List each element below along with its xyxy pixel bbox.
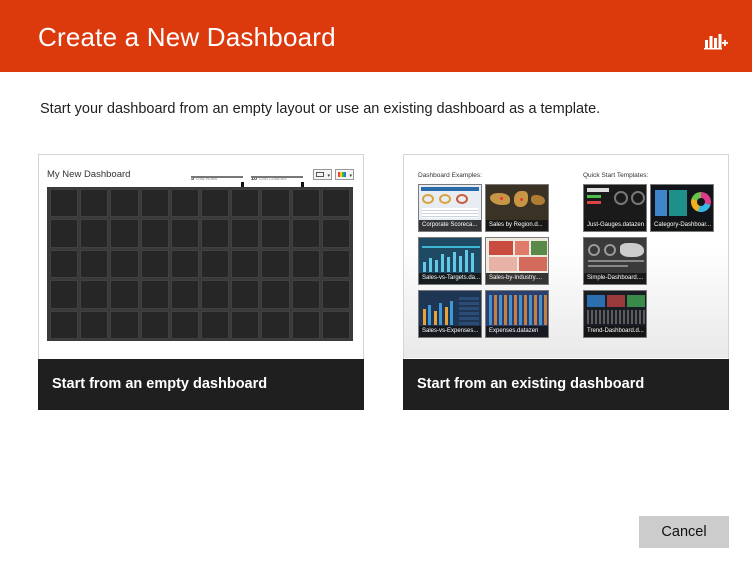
empty-grid bbox=[47, 187, 353, 341]
empty-dashboard-label-bar: Start from an empty dashboard bbox=[38, 359, 364, 410]
existing-dashboard-option[interactable]: Dashboard Examples: Quick Start Template… bbox=[403, 154, 729, 410]
grid-cell bbox=[261, 280, 290, 309]
grid-cell bbox=[261, 219, 290, 248]
layout-dropdown-icon: ▾ bbox=[313, 169, 332, 180]
grid-cell bbox=[50, 310, 79, 339]
grid-cell bbox=[170, 249, 199, 279]
empty-dashboard-preview: My New Dashboard 5 Grid Rows 10 Grid Colum… bbox=[39, 155, 363, 358]
grid-cell bbox=[80, 280, 109, 309]
add-chart-icon[interactable] bbox=[704, 30, 728, 50]
example-thumbnail: Corporate Scoreca... bbox=[418, 184, 482, 232]
grid-cell bbox=[321, 249, 350, 279]
example-thumbnail: Sales-by-Industry.... bbox=[485, 237, 549, 285]
grid-cell bbox=[170, 280, 199, 309]
template-name: Simple-Dashboard.... bbox=[584, 273, 646, 284]
grid-cell bbox=[261, 189, 290, 218]
existing-dashboard-label: Start from an existing dashboard bbox=[417, 376, 645, 392]
grid-cell bbox=[231, 280, 260, 309]
grid-cell bbox=[110, 310, 139, 339]
grid-cell bbox=[201, 280, 230, 309]
dialog-instructions: Start your dashboard from an empty layou… bbox=[40, 101, 601, 117]
grid-cell bbox=[140, 219, 169, 248]
grid-cell bbox=[80, 219, 109, 248]
grid-cell bbox=[140, 310, 169, 339]
grid-cell bbox=[291, 249, 320, 279]
template-thumbnail: Trend-Dashboard.d... bbox=[583, 290, 647, 338]
template-thumbnail: Just-Gauges.datazen bbox=[583, 184, 647, 232]
example-name: Sales-by-Industry.... bbox=[486, 273, 548, 284]
grid-cell bbox=[201, 310, 230, 339]
grid-cell bbox=[291, 219, 320, 248]
preview-dashboard-title: My New Dashboard bbox=[47, 169, 131, 180]
grid-cell bbox=[321, 189, 350, 218]
grid-cell bbox=[261, 310, 290, 339]
grid-cell bbox=[140, 189, 169, 218]
grid-rows-slider: 5 Grid Rows bbox=[191, 167, 244, 190]
grid-cell bbox=[231, 249, 260, 279]
grid-cell bbox=[80, 249, 109, 279]
grid-cell bbox=[80, 189, 109, 218]
grid-cell bbox=[50, 219, 79, 248]
grid-cell bbox=[321, 310, 350, 339]
example-name: Corporate Scoreca... bbox=[419, 220, 481, 231]
grid-cell bbox=[50, 249, 79, 279]
grid-cell bbox=[110, 249, 139, 279]
grid-cell bbox=[110, 189, 139, 218]
grid-cell bbox=[170, 219, 199, 248]
grid-cell bbox=[170, 189, 199, 218]
grid-cell bbox=[231, 189, 260, 218]
grid-cell bbox=[110, 280, 139, 309]
example-name: Sales-vs-Expenses... bbox=[419, 326, 481, 337]
examples-heading: Dashboard Examples: bbox=[418, 172, 482, 179]
template-name: Just-Gauges.datazen bbox=[584, 220, 646, 231]
grid-cell bbox=[321, 280, 350, 309]
grid-cell bbox=[291, 280, 320, 309]
grid-cell bbox=[80, 310, 109, 339]
grid-rows-track bbox=[191, 176, 244, 190]
example-thumbnail: Sales-vs-Expenses... bbox=[418, 290, 482, 338]
grid-cell bbox=[291, 310, 320, 339]
existing-dashboard-preview: Dashboard Examples: Quick Start Template… bbox=[404, 155, 728, 358]
template-name: Category-Dashboar... bbox=[651, 220, 713, 231]
grid-cell bbox=[201, 189, 230, 218]
grid-cell bbox=[50, 189, 79, 218]
empty-dashboard-label: Start from an empty dashboard bbox=[52, 376, 268, 392]
example-thumbnail: Sales by Region.d... bbox=[485, 184, 549, 232]
cancel-button[interactable]: Cancel bbox=[639, 516, 729, 548]
grid-cell bbox=[110, 219, 139, 248]
grid-cell bbox=[201, 249, 230, 279]
grid-cell bbox=[291, 189, 320, 218]
existing-dashboard-label-bar: Start from an existing dashboard bbox=[403, 359, 729, 410]
grid-cell bbox=[140, 249, 169, 279]
example-name: Sales by Region.d... bbox=[486, 220, 548, 231]
example-name: Sales-vs-Targets.da... bbox=[419, 273, 481, 284]
empty-dashboard-option[interactable]: My New Dashboard 5 Grid Rows 10 Grid Colum… bbox=[38, 154, 364, 410]
color-theme-dropdown-icon: ▾ bbox=[335, 169, 354, 180]
grid-cell bbox=[321, 219, 350, 248]
grid-cell bbox=[50, 280, 79, 309]
grid-cell bbox=[201, 219, 230, 248]
grid-columns-track bbox=[251, 176, 304, 190]
templates-heading: Quick Start Templates: bbox=[583, 172, 649, 179]
template-name: Trend-Dashboard.d... bbox=[584, 326, 646, 337]
grid-cell bbox=[140, 280, 169, 309]
dialog-header: Create a New Dashboard bbox=[0, 0, 752, 72]
template-thumbnail: Simple-Dashboard.... bbox=[583, 237, 647, 285]
dialog-title: Create a New Dashboard bbox=[38, 22, 336, 52]
grid-columns-slider: 10 Grid Columns bbox=[251, 167, 304, 190]
grid-cell bbox=[231, 310, 260, 339]
grid-cell bbox=[231, 219, 260, 248]
example-name: Expenses.datazen bbox=[486, 326, 548, 337]
example-thumbnail: Expenses.datazen bbox=[485, 290, 549, 338]
grid-cell bbox=[261, 249, 290, 279]
grid-cell bbox=[170, 310, 199, 339]
example-thumbnail: Sales-vs-Targets.da... bbox=[418, 237, 482, 285]
template-thumbnail: Category-Dashboar... bbox=[650, 184, 714, 232]
